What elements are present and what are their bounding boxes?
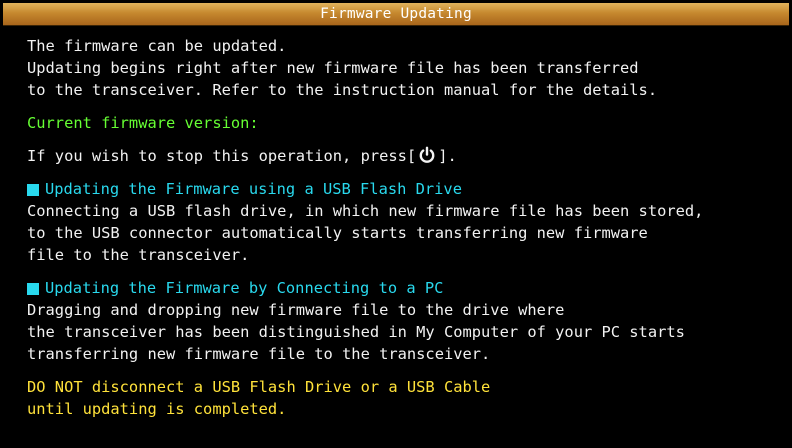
warning-line: until updating is completed. bbox=[27, 400, 287, 418]
usb-section-line: to the USB connector automatically start… bbox=[27, 224, 648, 242]
bullet-square-icon bbox=[27, 183, 39, 196]
bullet-square-icon bbox=[27, 282, 39, 295]
pc-section-heading-text: Updating the Firmware by Connecting to a… bbox=[45, 279, 444, 297]
intro-text: The firmware can be updated. Updating be… bbox=[27, 35, 787, 101]
stop-instruction: If you wish to stop this operation, pres… bbox=[27, 145, 787, 167]
pc-connection-section: Updating the Firmware by Connecting to a… bbox=[27, 277, 787, 365]
intro-line: The firmware can be updated. bbox=[27, 37, 287, 55]
usb-section-heading: Updating the Firmware using a USB Flash … bbox=[27, 178, 787, 200]
usb-section-heading-text: Updating the Firmware using a USB Flash … bbox=[45, 180, 462, 198]
stop-instruction-period: . bbox=[447, 147, 457, 165]
firmware-updating-screen: Firmware Updating The firmware can be up… bbox=[0, 0, 792, 448]
pc-section-line: the transceiver has been distinguished i… bbox=[27, 323, 685, 341]
power-icon bbox=[419, 146, 435, 163]
usb-flash-drive-section: Updating the Firmware using a USB Flash … bbox=[27, 178, 787, 266]
intro-line: Updating begins right after new firmware… bbox=[27, 59, 639, 77]
warning-line: DO NOT disconnect a USB Flash Drive or a… bbox=[27, 378, 491, 396]
intro-line: to the transceiver. Refer to the instruc… bbox=[27, 81, 658, 99]
stop-instruction-text: If you wish to stop this operation, pres… bbox=[27, 147, 407, 165]
usb-section-line: file to the transceiver. bbox=[27, 246, 250, 264]
pc-section-line: Dragging and dropping new firmware file … bbox=[27, 301, 565, 319]
power-key-hint: [ ] bbox=[406, 146, 447, 165]
screen-title: Firmware Updating bbox=[320, 6, 472, 22]
warning-message: DO NOT disconnect a USB Flash Drive or a… bbox=[27, 376, 787, 420]
pc-section-line: transferring new firmware file to the tr… bbox=[27, 345, 491, 363]
bracket-open: [ bbox=[406, 147, 417, 165]
title-bar: Firmware Updating bbox=[3, 3, 789, 26]
current-firmware-version-label: Current firmware version: bbox=[27, 114, 259, 132]
content-area: The firmware can be updated. Updating be… bbox=[27, 35, 787, 420]
pc-section-heading: Updating the Firmware by Connecting to a… bbox=[27, 277, 787, 299]
usb-section-line: Connecting a USB flash drive, in which n… bbox=[27, 202, 704, 220]
